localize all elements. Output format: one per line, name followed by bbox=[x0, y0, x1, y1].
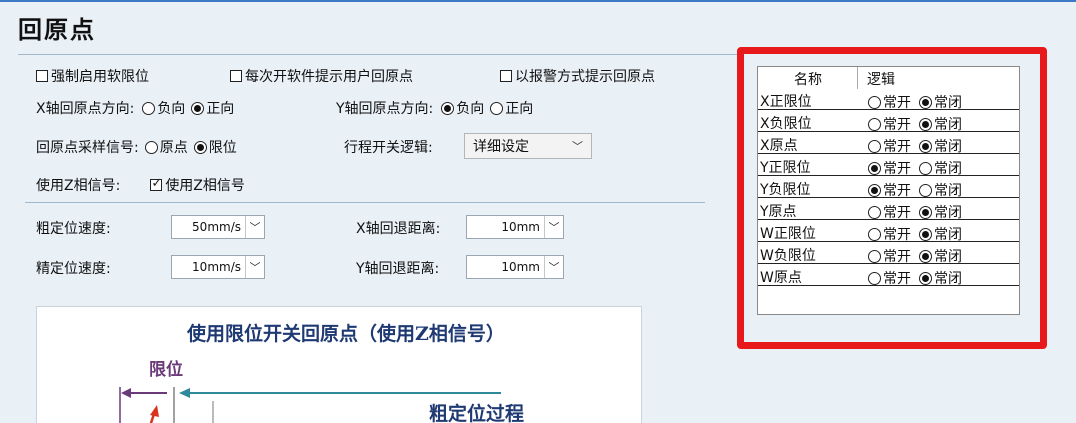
dropdown-value: 详细设定 bbox=[473, 139, 529, 155]
radio-label: 负向 bbox=[157, 101, 186, 117]
x-dir-negative-radio[interactable]: 负向 bbox=[142, 98, 185, 118]
options-row: 每次开软件提示用户回原点 bbox=[230, 66, 413, 86]
checkbox-box[interactable] bbox=[230, 70, 242, 82]
switch-logic-label: 行程开关逻辑: bbox=[344, 140, 433, 156]
coarse-speed-select[interactable]: 50mm/s ﹀ bbox=[171, 215, 265, 239]
fine-speed-label: 精定位速度: bbox=[36, 261, 111, 277]
checkbox-label: 每次开软件提示用户回原点 bbox=[245, 69, 413, 85]
radio-label: 限位 bbox=[208, 140, 237, 156]
chevron-down-icon: ﹀ bbox=[245, 216, 264, 238]
page-title: 回原点 bbox=[18, 15, 96, 44]
red-highlight-box bbox=[737, 47, 1047, 349]
y-dir-negative-radio[interactable]: 负向 bbox=[441, 98, 484, 118]
x-home-direction-label: X轴回原点方向: bbox=[36, 101, 135, 117]
radio-circle[interactable] bbox=[490, 101, 504, 115]
signal-origin-radio[interactable]: 原点 bbox=[144, 137, 188, 157]
radio-circle[interactable] bbox=[441, 101, 455, 115]
z-signal-label: 使用Z相信号: bbox=[36, 178, 121, 194]
x-dir-positive-radio[interactable]: 正向 bbox=[191, 98, 234, 118]
options-row: 强制启用软限位 bbox=[36, 66, 149, 86]
prompt-home-on-start-checkbox[interactable]: 每次开软件提示用户回原点 bbox=[230, 66, 413, 86]
y-back-row: Y轴回退距离: bbox=[356, 258, 439, 278]
purple-arrow-head bbox=[121, 388, 131, 398]
coarse-speed-label: 粗定位速度: bbox=[36, 221, 111, 237]
switch-logic-dropdown[interactable]: 详细设定 ﹀ bbox=[464, 133, 592, 159]
switch-logic: 行程开关逻辑: bbox=[344, 137, 433, 157]
chevron-down-icon: ﹀ bbox=[245, 256, 264, 278]
radio-label: 正向 bbox=[505, 101, 534, 117]
title-underline bbox=[18, 54, 738, 55]
y-home-direction-label: Y轴回原点方向: bbox=[336, 101, 434, 117]
select-value: 50mm/s bbox=[192, 220, 241, 234]
radio-circle[interactable] bbox=[142, 101, 156, 115]
home-settings-panel: 回原点 强制启用软限位 每次开软件提示用户回原点 以报警方式提示回原点 X轴回原… bbox=[0, 0, 1076, 423]
radio-circle[interactable] bbox=[193, 140, 207, 154]
checkbox-label: 以报警方式提示回原点 bbox=[515, 69, 655, 85]
checkbox-box[interactable] bbox=[500, 70, 512, 82]
x-home-direction: X轴回原点方向: 负向 正向 bbox=[36, 98, 240, 118]
home-signal: 回原点采样信号: 原点 限位 bbox=[36, 137, 243, 157]
checkbox-box[interactable] bbox=[150, 176, 163, 191]
home-signal-label: 回原点采样信号: bbox=[36, 140, 139, 156]
chevron-down-icon: ﹀ bbox=[544, 216, 563, 238]
radio-circle[interactable] bbox=[191, 101, 205, 115]
checkbox-label: 强制启用软限位 bbox=[51, 69, 149, 85]
red-arrow-head bbox=[150, 405, 159, 417]
radio-label: 正向 bbox=[206, 101, 235, 117]
y-back-label: Y轴回退距离: bbox=[356, 261, 440, 277]
radio-label: 负向 bbox=[456, 101, 485, 117]
radio-label: 原点 bbox=[159, 140, 188, 156]
checkbox-box[interactable] bbox=[36, 70, 48, 82]
use-z-signal-checkbox[interactable]: 使用Z相信号 bbox=[150, 175, 245, 195]
x-back-label: X轴回退距离: bbox=[356, 221, 441, 237]
diagram-arrows bbox=[119, 387, 501, 423]
teal-arrow-head bbox=[179, 388, 190, 398]
y-home-direction: Y轴回原点方向: 负向 正向 bbox=[336, 98, 539, 118]
section-divider bbox=[25, 202, 705, 203]
chevron-down-icon: ﹀ bbox=[544, 256, 563, 278]
fine-speed-select[interactable]: 10mm/s ﹀ bbox=[171, 255, 265, 279]
y-dir-positive-radio[interactable]: 正向 bbox=[490, 98, 533, 118]
select-value: 10mm bbox=[501, 220, 540, 234]
coarse-speed-row: 粗定位速度: bbox=[36, 218, 111, 238]
homing-diagram: 使用限位开关回原点（使用Z相信号） 限位 粗定位过程 bbox=[36, 306, 642, 423]
signal-limit-radio[interactable]: 限位 bbox=[193, 137, 237, 157]
z-signal: 使用Z相信号: 使用Z相信号 bbox=[36, 175, 245, 195]
options-row: 以报警方式提示回原点 bbox=[500, 66, 655, 86]
radio-circle[interactable] bbox=[144, 140, 158, 154]
x-back-row: X轴回退距离: bbox=[356, 218, 440, 238]
y-back-select[interactable]: 10mm ﹀ bbox=[466, 255, 564, 279]
select-value: 10mm bbox=[501, 260, 540, 274]
top-accent-line bbox=[0, 0, 1076, 2]
x-back-select[interactable]: 10mm ﹀ bbox=[466, 215, 564, 239]
force-soft-limit-checkbox[interactable]: 强制启用软限位 bbox=[36, 66, 149, 86]
select-value: 10mm/s bbox=[192, 260, 241, 274]
chevron-down-icon: ﹀ bbox=[572, 140, 583, 153]
checkbox-label: 使用Z相信号 bbox=[165, 178, 245, 194]
diagram-coarse-label: 粗定位过程 bbox=[429, 403, 525, 423]
fine-speed-row: 精定位速度: bbox=[36, 258, 111, 278]
alarm-prompt-home-checkbox[interactable]: 以报警方式提示回原点 bbox=[500, 66, 655, 86]
